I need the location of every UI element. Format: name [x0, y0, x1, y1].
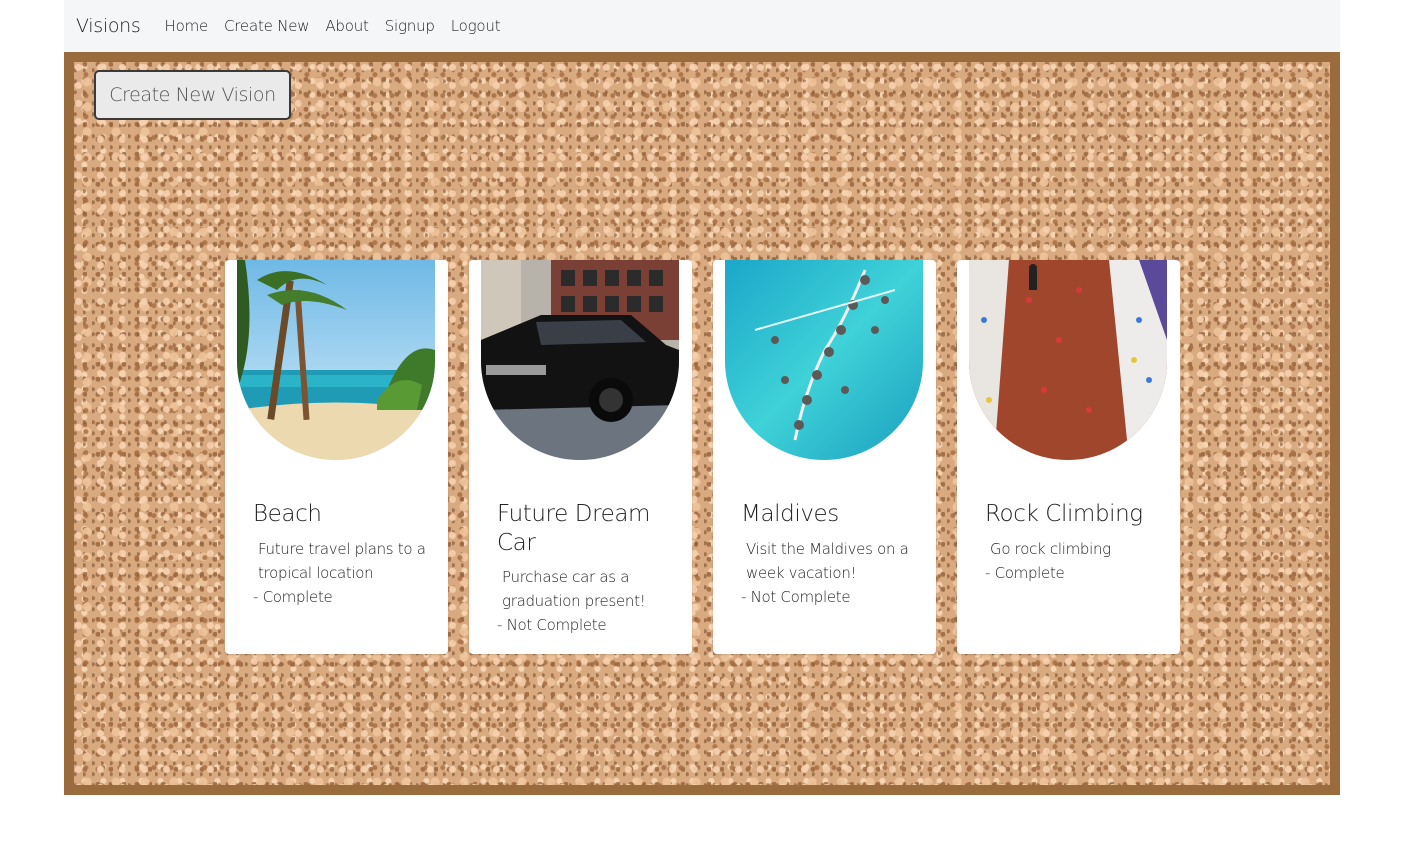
beach-palm-photo: [237, 260, 435, 460]
brand-logo[interactable]: Visions: [76, 15, 141, 37]
card-status: - Not Complete: [741, 588, 851, 606]
card-status: - Not Complete: [497, 616, 607, 634]
card-description: Go rock climbing: [990, 540, 1111, 558]
card-description: Purchase car as a graduation present!: [502, 568, 646, 610]
vision-card-beach[interactable]: Beach Future travel plans to a tropical …: [225, 260, 448, 654]
card-description: Visit the Maldives on a week vacation!: [746, 540, 909, 582]
card-title: Rock Climbing: [985, 501, 1143, 527]
card-status: - Complete: [253, 588, 333, 606]
vision-card-future-dream-car[interactable]: Future Dream Car Purchase car as a gradu…: [469, 260, 692, 654]
cork-board-frame: Create New Vision Beach Future travel pl…: [64, 52, 1340, 795]
climbing-wall-photo: [969, 260, 1167, 460]
card-title: Maldives: [741, 501, 839, 527]
nav-link-about[interactable]: About: [325, 17, 369, 35]
card-status: - Complete: [985, 564, 1065, 582]
nav-link-home[interactable]: Home: [165, 17, 209, 35]
vision-card-rock-climbing[interactable]: Rock Climbing Go rock climbing - Complet…: [957, 260, 1180, 654]
maldives-overwater-villas-photo: [725, 260, 923, 460]
black-sedan-photo: [481, 260, 679, 460]
cork-board: Create New Vision Beach Future travel pl…: [74, 62, 1330, 785]
create-new-vision-button[interactable]: Create New Vision: [94, 70, 291, 120]
card-title: Future Dream Car: [497, 501, 651, 556]
card-description: Future travel plans to a tropical locati…: [258, 540, 426, 582]
vision-card-maldives[interactable]: Maldives Visit the Maldives on a week va…: [713, 260, 936, 654]
nav-link-logout[interactable]: Logout: [451, 17, 501, 35]
nav-link-signup[interactable]: Signup: [385, 17, 435, 35]
navbar: Visions Home Create New About Signup Log…: [64, 0, 1340, 52]
card-title: Beach: [253, 501, 322, 527]
nav-link-create-new[interactable]: Create New: [224, 17, 310, 35]
